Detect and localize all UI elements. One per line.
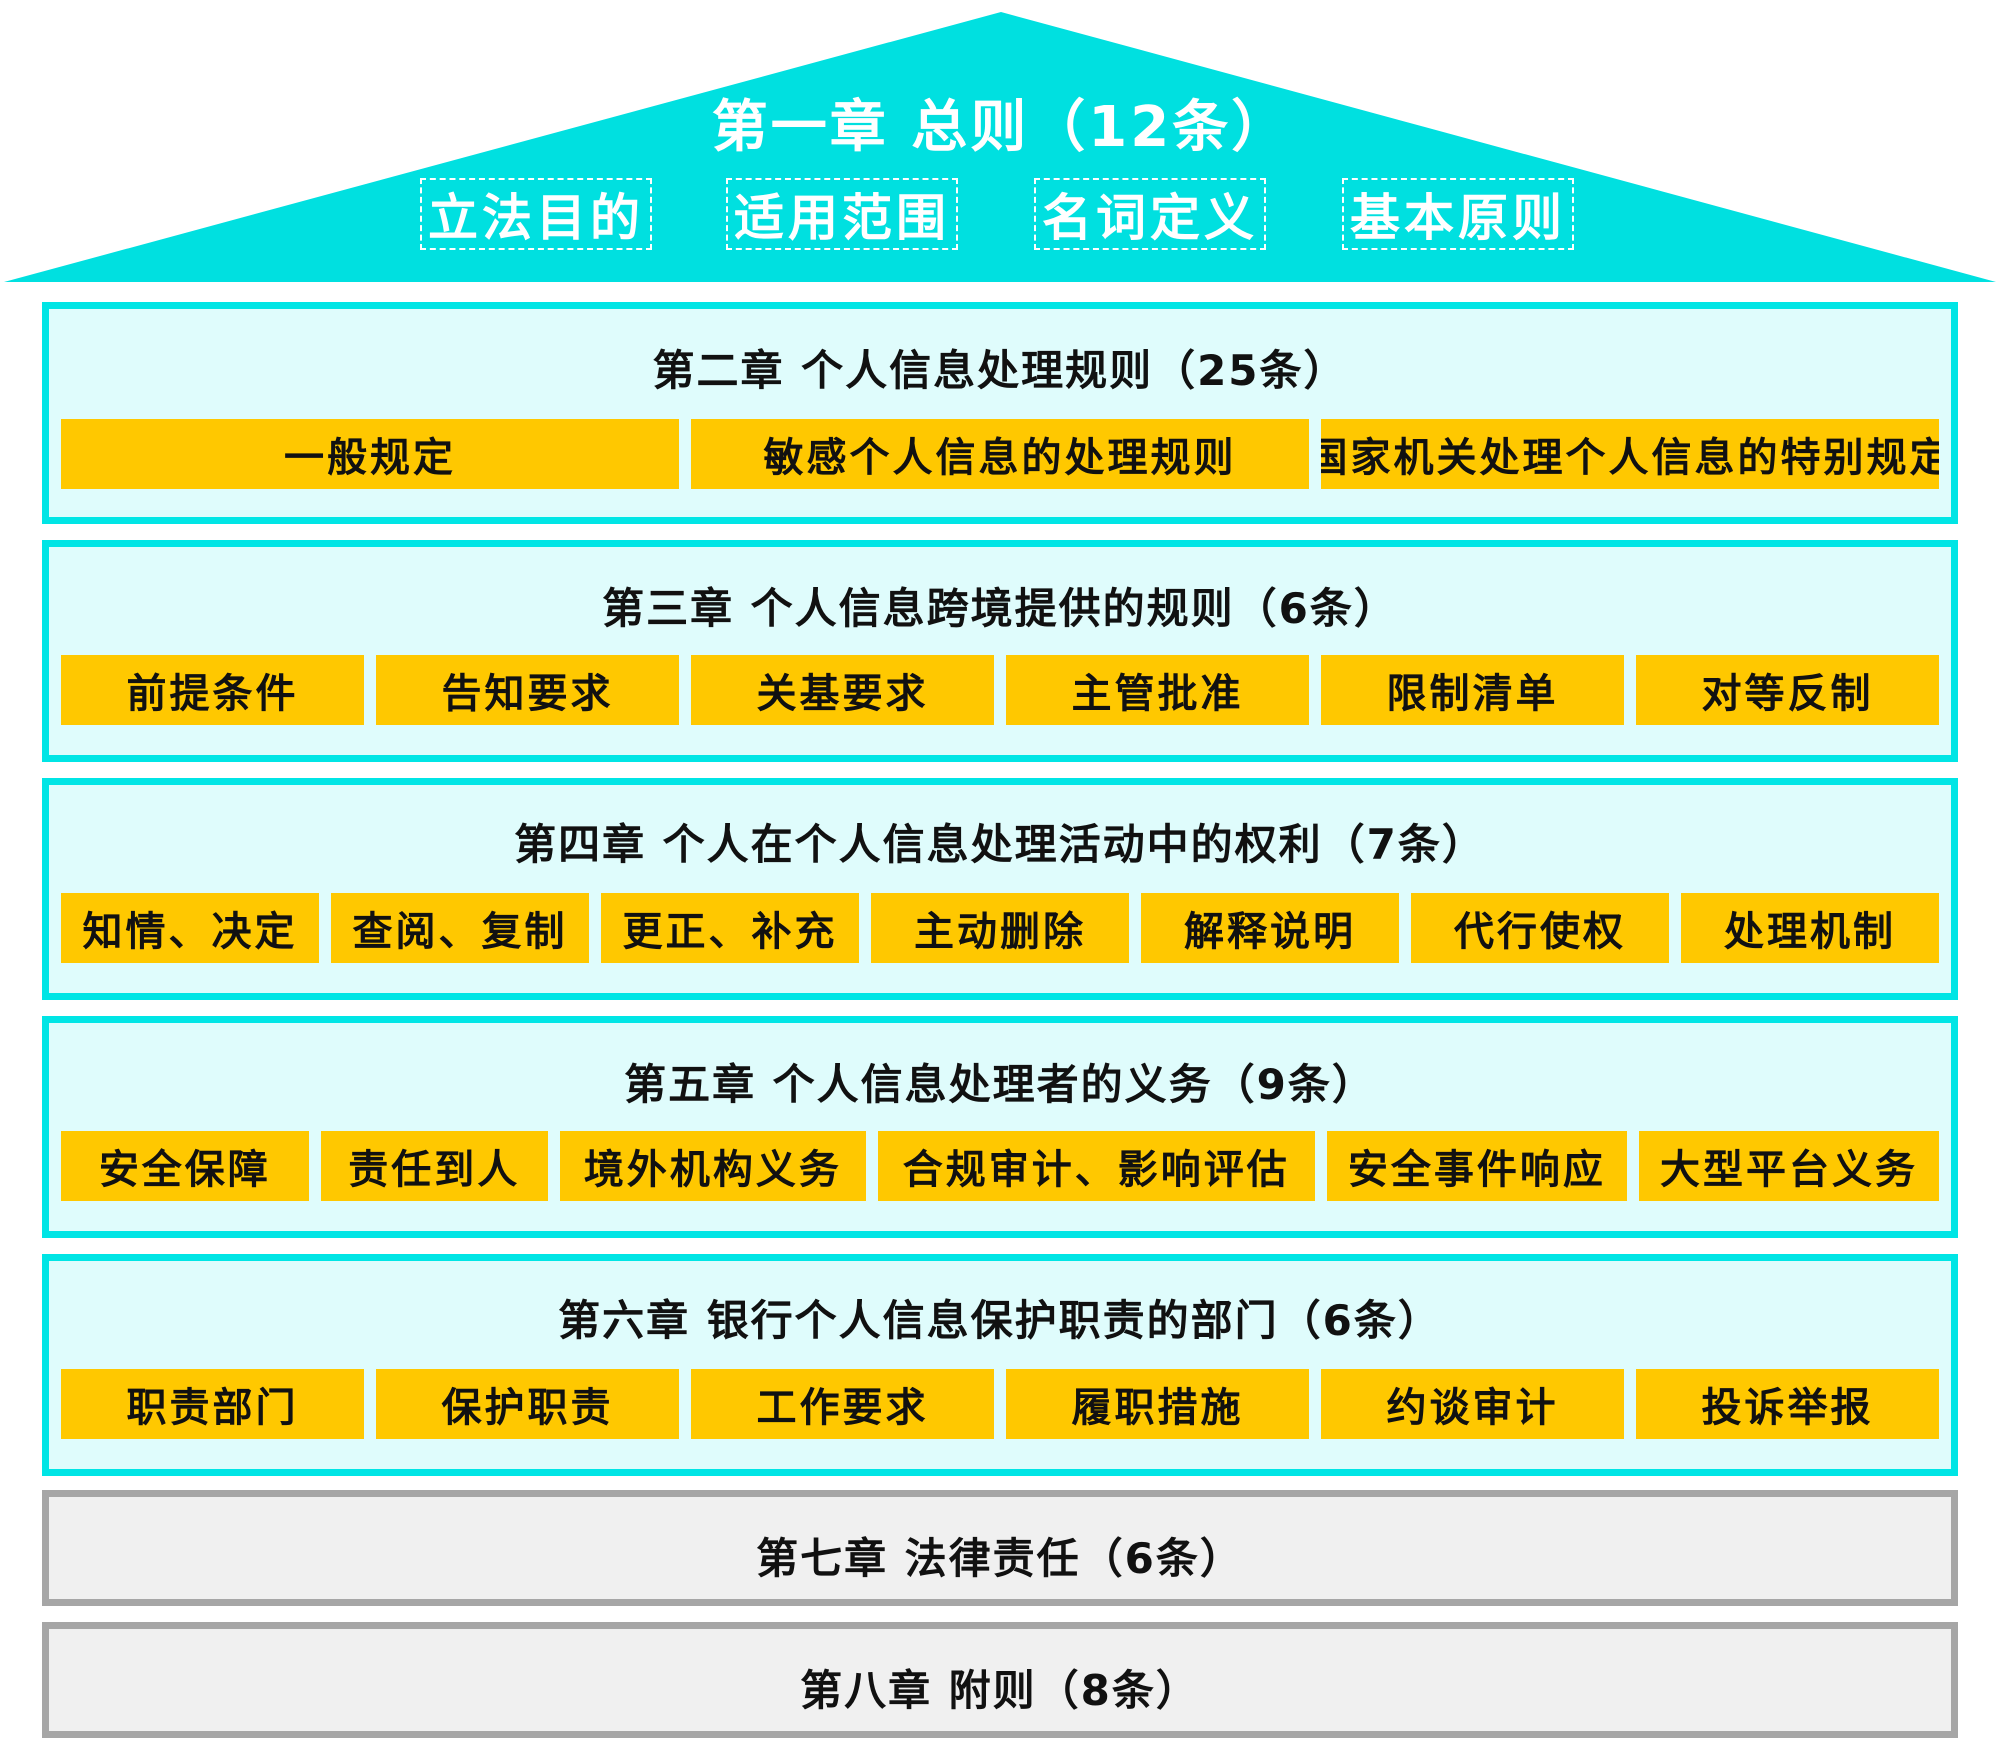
chapter-3-title: 第三章 个人信息跨境提供的规则（6条） bbox=[602, 584, 1398, 633]
chapter-6-item: 投诉举报 bbox=[1636, 1369, 1939, 1439]
chapter-2-items: 一般规定 敏感个人信息的处理规则 国家机关处理个人信息的特别规定 bbox=[61, 419, 1939, 489]
chapter-6-item: 约谈审计 bbox=[1321, 1369, 1624, 1439]
chapter-4-item: 处理机制 bbox=[1681, 893, 1939, 963]
chapter-6-item: 工作要求 bbox=[691, 1369, 994, 1439]
chapter-2-title: 第二章 个人信息处理规则（25条） bbox=[652, 346, 1348, 395]
chapter-2-item: 敏感个人信息的处理规则 bbox=[691, 419, 1309, 489]
chapter-4-item: 知情、决定 bbox=[61, 893, 319, 963]
chapter-6-item: 保护职责 bbox=[376, 1369, 679, 1439]
chapter-3-item: 对等反制 bbox=[1636, 655, 1939, 725]
roof-item-4: 基本原则 bbox=[1342, 178, 1574, 250]
chapter-6-title: 第六章 银行个人信息保护职责的部门（6条） bbox=[558, 1296, 1442, 1345]
chapter-5-item: 责任到人 bbox=[320, 1131, 548, 1201]
chapter-3-item: 主管批准 bbox=[1006, 655, 1309, 725]
chapter-6-items: 职责部门 保护职责 工作要求 履职措施 约谈审计 投诉举报 bbox=[61, 1369, 1939, 1439]
chapter-4: 第四章 个人在个人信息处理活动中的权利（7条） 知情、决定 查阅、复制 更正、补… bbox=[42, 778, 1958, 1000]
chapter-5-title: 第五章 个人信息处理者的义务（9条） bbox=[624, 1060, 1376, 1109]
chapter-5-item: 合规审计、影响评估 bbox=[877, 1131, 1315, 1201]
chapter-3-item: 限制清单 bbox=[1321, 655, 1624, 725]
chapter-5-item: 境外机构义务 bbox=[559, 1131, 866, 1201]
chapter-3-item: 前提条件 bbox=[61, 655, 364, 725]
chapter-7-title: 第七章 法律责任（6条） bbox=[756, 1534, 1244, 1583]
chapter-5-item: 大型平台义务 bbox=[1638, 1131, 1939, 1201]
chapter-3: 第三章 个人信息跨境提供的规则（6条） 前提条件 告知要求 关基要求 主管批准 … bbox=[42, 540, 1958, 762]
chapter-2-item: 国家机关处理个人信息的特别规定 bbox=[1321, 419, 1939, 489]
chapter-6-item: 履职措施 bbox=[1006, 1369, 1309, 1439]
chapter-5-item: 安全保障 bbox=[61, 1131, 309, 1201]
chapter-4-item: 主动删除 bbox=[871, 893, 1129, 963]
chapter-7: 第七章 法律责任（6条） bbox=[42, 1490, 1958, 1606]
chapter-4-item: 更正、补充 bbox=[601, 893, 859, 963]
chapter-2: 第二章 个人信息处理规则（25条） 一般规定 敏感个人信息的处理规则 国家机关处… bbox=[42, 302, 1958, 524]
roof-item-1: 立法目的 bbox=[420, 178, 652, 250]
chapter-5-items: 安全保障 责任到人 境外机构义务 合规审计、影响评估 安全事件响应 大型平台义务 bbox=[61, 1131, 1939, 1201]
roof-item-3: 名词定义 bbox=[1034, 178, 1266, 250]
chapter-3-item: 关基要求 bbox=[691, 655, 994, 725]
roof-chapter-1: 第一章 总则（12条） 立法目的 适用范围 名词定义 基本原则 bbox=[0, 0, 2002, 290]
roof-item-2: 适用范围 bbox=[726, 178, 958, 250]
chapter-2-item: 一般规定 bbox=[61, 419, 679, 489]
chapter-6-item: 职责部门 bbox=[61, 1369, 364, 1439]
chapter-5: 第五章 个人信息处理者的义务（9条） 安全保障 责任到人 境外机构义务 合规审计… bbox=[42, 1016, 1958, 1238]
chapter-5-item: 安全事件响应 bbox=[1326, 1131, 1627, 1201]
chapter-4-item: 代行使权 bbox=[1411, 893, 1669, 963]
chapter-6: 第六章 银行个人信息保护职责的部门（6条） 职责部门 保护职责 工作要求 履职措… bbox=[42, 1254, 1958, 1476]
chapter-4-items: 知情、决定 查阅、复制 更正、补充 主动删除 解释说明 代行使权 处理机制 bbox=[61, 893, 1939, 963]
chapter-4-title: 第四章 个人在个人信息处理活动中的权利（7条） bbox=[514, 820, 1486, 869]
chapter-4-item: 解释说明 bbox=[1141, 893, 1399, 963]
chapter-8-title: 第八章 附则（8条） bbox=[800, 1666, 1200, 1715]
roof-title: 第一章 总则（12条） bbox=[711, 95, 1291, 160]
chapter-3-items: 前提条件 告知要求 关基要求 主管批准 限制清单 对等反制 bbox=[61, 655, 1939, 725]
chapter-4-item: 查阅、复制 bbox=[331, 893, 589, 963]
chapter-8: 第八章 附则（8条） bbox=[42, 1622, 1958, 1738]
chapter-3-item: 告知要求 bbox=[376, 655, 679, 725]
